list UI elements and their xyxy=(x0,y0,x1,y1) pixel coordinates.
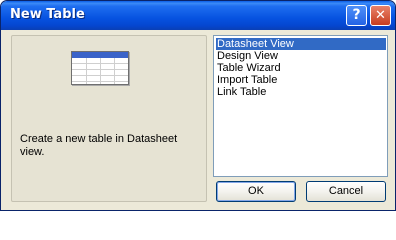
preview-panel: Create a new table in Datasheet view. xyxy=(11,35,207,202)
new-table-dialog: New Table ? ✕ Create a new table in Data… xyxy=(0,0,396,211)
table-icon-column-line xyxy=(86,58,87,84)
list-item-link-table[interactable]: Link Table xyxy=(216,86,386,98)
close-button[interactable]: ✕ xyxy=(370,5,391,26)
view-options-list[interactable]: Datasheet View Design View Table Wizard … xyxy=(213,35,388,177)
title-bar[interactable]: New Table ? ✕ xyxy=(1,1,395,30)
table-icon-column-line xyxy=(114,58,115,84)
list-item-import-table[interactable]: Import Table xyxy=(216,74,386,86)
table-icon xyxy=(71,51,129,85)
option-description: Create a new table in Datasheet view. xyxy=(20,133,178,158)
list-item-datasheet-view[interactable]: Datasheet View xyxy=(216,38,386,50)
help-button[interactable]: ? xyxy=(346,5,367,26)
ok-button[interactable]: OK xyxy=(216,181,296,202)
table-icon-column-line xyxy=(100,58,101,84)
list-item-design-view[interactable]: Design View xyxy=(216,50,386,62)
window-title: New Table xyxy=(10,7,85,22)
cancel-button[interactable]: Cancel xyxy=(306,181,386,202)
list-item-table-wizard[interactable]: Table Wizard xyxy=(216,62,386,74)
